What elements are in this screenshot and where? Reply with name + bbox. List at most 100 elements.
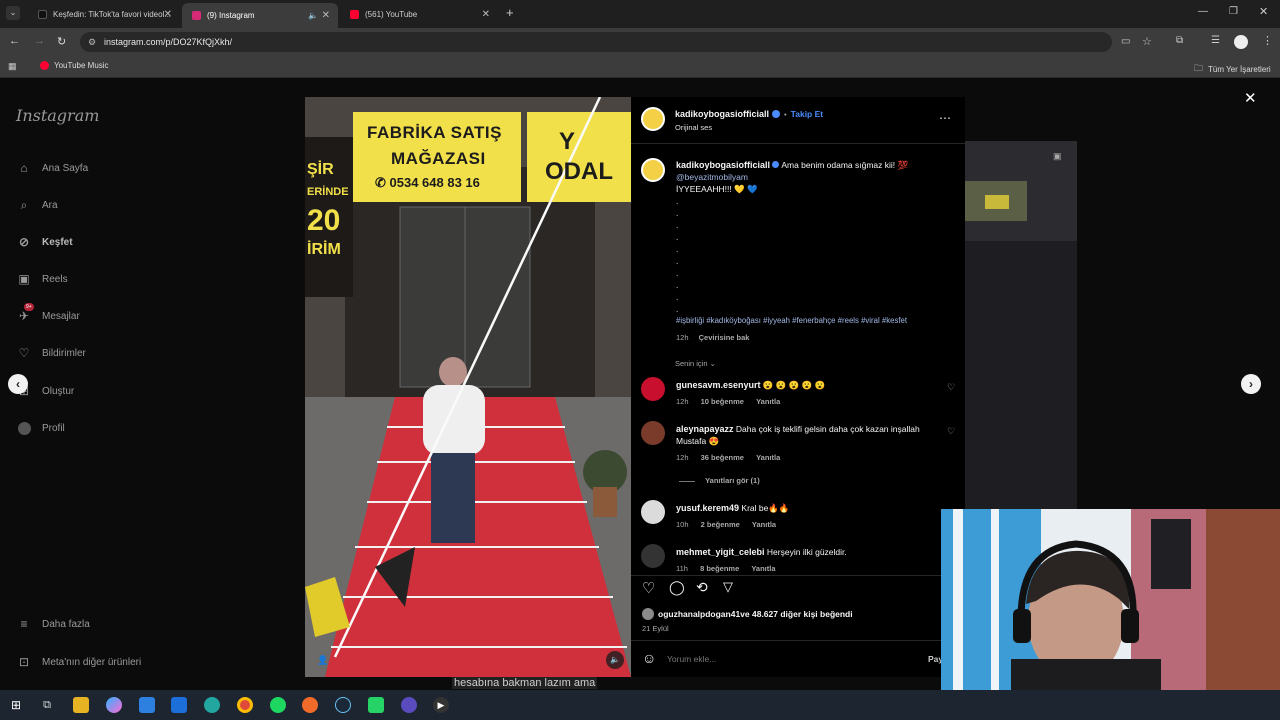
comment-likes[interactable]: 2 beğenme bbox=[701, 520, 740, 529]
comment-avatar[interactable] bbox=[641, 500, 665, 524]
comment-icon[interactable]: ◯ bbox=[669, 579, 685, 596]
like-comment-icon[interactable]: ♡ bbox=[947, 426, 955, 437]
apps-icon[interactable]: ▦ bbox=[8, 61, 17, 72]
store-icon[interactable] bbox=[139, 697, 155, 713]
browser-tab-bar: ⌄ Keşfedin: TikTok'ta favori videol... ✕… bbox=[0, 0, 1280, 28]
more-options-icon[interactable]: ⋯ bbox=[939, 111, 951, 125]
forward-icon[interactable]: → bbox=[34, 35, 45, 47]
close-window-button[interactable]: ✕ bbox=[1259, 5, 1268, 18]
comment-avatar[interactable] bbox=[641, 377, 665, 401]
reply-button[interactable]: Yanıtla bbox=[751, 564, 775, 573]
tab-search-icon[interactable]: ⌄ bbox=[6, 6, 20, 20]
bookmark-youtube-music[interactable]: YouTube Music bbox=[40, 61, 109, 70]
edge-icon[interactable] bbox=[204, 697, 220, 713]
speaker-icon[interactable]: 🔈 bbox=[308, 11, 318, 20]
sidebar-item-notifications[interactable]: ♡ Bildirimler bbox=[16, 343, 86, 363]
comment-username[interactable]: mehmet_yigit_celebi bbox=[676, 547, 765, 557]
chrome-icon[interactable] bbox=[237, 697, 253, 713]
profile-avatar[interactable] bbox=[1234, 35, 1248, 49]
cast-icon[interactable]: ▭ bbox=[1121, 36, 1130, 47]
translate-link[interactable]: Çevirisine bak bbox=[699, 333, 750, 342]
next-post-preview[interactable]: ▣ bbox=[965, 141, 1077, 511]
comment-avatar[interactable] bbox=[641, 421, 665, 445]
sidebar-item-search[interactable]: ⌕ Ara bbox=[16, 195, 58, 215]
whatsapp-icon[interactable] bbox=[368, 697, 384, 713]
caption-username[interactable]: kadikoybogasiofficiall bbox=[676, 160, 770, 170]
copilot-icon[interactable] bbox=[106, 697, 122, 713]
new-tab-button[interactable]: + bbox=[506, 5, 514, 20]
steam-icon[interactable] bbox=[335, 697, 351, 713]
comment-likes[interactable]: 10 beğenme bbox=[701, 397, 744, 406]
heart-icon: ♡ bbox=[18, 346, 30, 360]
caption-hashtags[interactable]: #işbirliği #kadıköyboğası #iyyeah #fener… bbox=[676, 315, 958, 327]
share-icon[interactable]: ▽ bbox=[723, 579, 733, 595]
close-tab-icon[interactable]: ✕ bbox=[322, 10, 330, 21]
like-post-icon[interactable]: ♡ bbox=[642, 579, 655, 597]
comment-input[interactable] bbox=[667, 650, 907, 668]
close-tab-icon[interactable]: ✕ bbox=[164, 9, 172, 20]
mute-button[interactable]: 🔈 bbox=[606, 651, 624, 669]
file-explorer-icon[interactable] bbox=[73, 697, 89, 713]
sidebar-item-more[interactable]: ≡ Daha fazla bbox=[16, 614, 89, 634]
like-comment-icon[interactable]: ♡ bbox=[947, 382, 955, 393]
comment-likes[interactable]: 36 beğenme bbox=[701, 453, 744, 462]
bookmark-star-icon[interactable]: ☆ bbox=[1142, 35, 1152, 48]
task-view-icon[interactable]: ⧉ bbox=[39, 697, 55, 713]
comment-username[interactable]: gunesavm.esenyurt bbox=[676, 380, 761, 390]
author-username[interactable]: kadikoybogasiofficiall bbox=[675, 109, 769, 119]
audio-label[interactable]: Orijinal ses bbox=[675, 123, 712, 132]
site-info-icon[interactable]: ⚙ bbox=[88, 32, 96, 52]
next-post-button[interactable]: › bbox=[1241, 374, 1261, 394]
media-player-icon[interactable]: ▶ bbox=[433, 697, 449, 713]
caption-avatar[interactable] bbox=[641, 158, 665, 182]
all-bookmarks[interactable]: 🗀 Tüm Yer İşaretleri bbox=[1194, 61, 1271, 77]
restore-button[interactable]: ❐ bbox=[1229, 6, 1238, 17]
reel-video[interactable]: FABRİKA SATIŞ MAĞAZASI ✆ 0534 648 83 16 … bbox=[305, 97, 631, 677]
menu-icon[interactable]: ⋮ bbox=[1262, 34, 1273, 47]
extensions-icon[interactable]: ⧉ bbox=[1176, 35, 1183, 46]
comment-username[interactable]: aleynapayazz bbox=[676, 424, 734, 434]
sidebar-item-home[interactable]: ⌂ Ana Sayfa bbox=[16, 158, 88, 178]
comment-avatar[interactable] bbox=[641, 544, 665, 568]
follow-button[interactable]: Takip Et bbox=[791, 109, 823, 119]
reading-list-icon[interactable]: ☰ bbox=[1211, 35, 1220, 46]
sidebar-item-messages[interactable]: ✈ 9+ Mesajlar bbox=[16, 303, 80, 326]
windows-start-icon[interactable]: ⊞ bbox=[8, 697, 24, 713]
url-field[interactable]: ⚙ instagram.com/p/DO27KfQjXkh/ bbox=[80, 32, 1112, 52]
reload-icon[interactable]: ↻ bbox=[57, 35, 66, 48]
tab-youtube[interactable]: (561) YouTube ✕ bbox=[340, 3, 498, 25]
view-replies-button[interactable]: Yanıtları gör (1) bbox=[679, 476, 760, 485]
caption-line2: İYYEEAAHH!!! 💛 💙 bbox=[676, 184, 758, 194]
sidebar-item-meta[interactable]: ⊡ Meta'nın diğer ürünleri bbox=[16, 652, 141, 672]
liked-by[interactable]: oguzhanalpdogan41 ve 48.627 diğer kişi b… bbox=[642, 608, 853, 620]
verified-icon bbox=[772, 161, 780, 168]
outlook-icon[interactable] bbox=[171, 697, 187, 713]
comment-username[interactable]: yusuf.kerem49 bbox=[676, 503, 739, 513]
sidebar-item-explore[interactable]: ⊘ Keşfet bbox=[16, 232, 73, 252]
verified-icon bbox=[772, 110, 781, 118]
repost-icon[interactable]: ⟲ bbox=[696, 579, 708, 596]
sidebar-item-reels[interactable]: ▣ Reels bbox=[16, 269, 67, 289]
sidebar-item-profile[interactable]: Profil bbox=[16, 418, 65, 438]
reply-button[interactable]: Yanıtla bbox=[756, 397, 780, 406]
post-date: 21 Eylül bbox=[642, 624, 669, 633]
obs-icon[interactable] bbox=[401, 697, 417, 713]
comment-likes[interactable]: 8 beğenme bbox=[700, 564, 739, 573]
comment-sort-dropdown[interactable]: Senin için ⌄ bbox=[675, 359, 716, 368]
tab-instagram[interactable]: (9) Instagram 🔈 ✕ bbox=[182, 3, 338, 28]
back-icon[interactable]: ← bbox=[9, 35, 20, 47]
author-avatar[interactable] bbox=[641, 107, 665, 131]
reply-button[interactable]: Yanıtla bbox=[756, 453, 780, 462]
minimize-button[interactable]: — bbox=[1198, 6, 1208, 17]
emoji-icon[interactable]: ☺ bbox=[642, 650, 656, 666]
instagram-logo[interactable]: Instagram bbox=[16, 106, 99, 125]
close-modal-icon[interactable]: ✕ bbox=[1244, 89, 1257, 107]
spotify-icon[interactable] bbox=[270, 697, 286, 713]
reply-button[interactable]: Yanıtla bbox=[752, 520, 776, 529]
previous-post-button[interactable]: ‹ bbox=[8, 374, 28, 394]
close-tab-icon[interactable]: ✕ bbox=[482, 9, 490, 20]
tab-tiktok[interactable]: Keşfedin: TikTok'ta favori videol... ✕ bbox=[28, 3, 180, 25]
brave-icon[interactable] bbox=[302, 697, 318, 713]
caption-mention[interactable]: @beyazitmobilyam bbox=[676, 171, 958, 183]
tag-user-icon[interactable]: 👤 bbox=[317, 655, 329, 667]
